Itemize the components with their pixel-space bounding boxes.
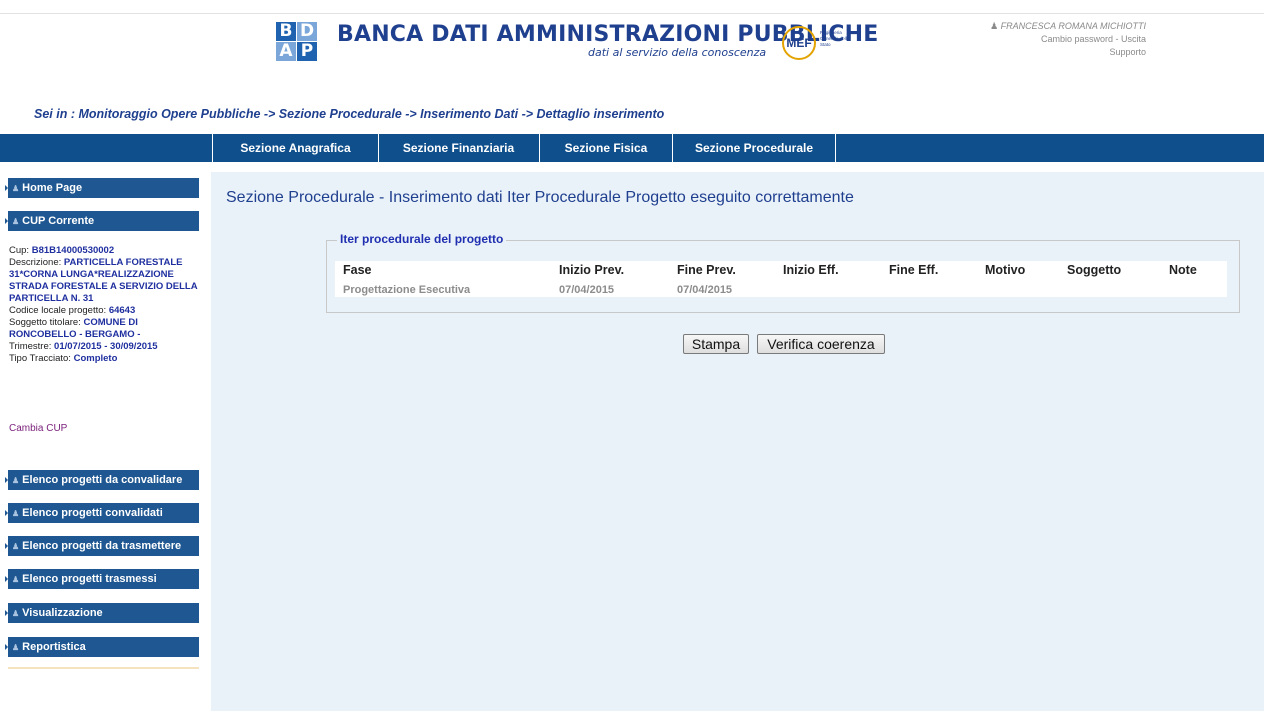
top-nav: Sezione Anagrafica Sezione Finanziaria S… — [0, 134, 1264, 162]
bdap-logo: B D A P — [276, 22, 318, 62]
site-subtitle: dati al servizio della conoscenza — [588, 46, 767, 59]
change-password-link[interactable]: Cambio password — [1041, 34, 1113, 44]
tab-anagrafica[interactable]: Sezione Anagrafica — [212, 134, 379, 162]
tab-fisica[interactable]: Sezione Fisica — [540, 134, 673, 162]
table-cell-fine-prev: 07/04/2015 — [677, 284, 733, 296]
sidebar-item-label: Elenco progetti da trasmettere — [22, 540, 182, 552]
column-header-fine-prev: Fine Prev. — [677, 263, 736, 277]
sidebar-item-home[interactable]: ♟ Home Page — [5, 178, 199, 198]
user-name: FRANCESCA ROMANA MICHIOTTI — [1000, 21, 1146, 31]
logout-link[interactable]: Uscita — [1121, 34, 1146, 44]
sidebar-item-convalidati[interactable]: ♟ Elenco progetti convalidati — [5, 503, 199, 523]
trimestre-label: Trimestre: — [9, 341, 55, 352]
user-icon: ♟ — [12, 575, 20, 584]
print-button[interactable]: Stampa — [683, 334, 749, 354]
sidebar-item-label: Reportistica — [22, 641, 86, 653]
sidebar-item-label: Home Page — [22, 182, 83, 194]
sidebar-item-label: Elenco progetti trasmessi — [22, 573, 157, 585]
cambia-cup-link[interactable]: Cambia CUP — [9, 423, 67, 434]
table-cell-inizio-prev: 07/04/2015 — [559, 284, 615, 296]
tipo-value: Completo — [73, 353, 118, 364]
sidebar-item-trasmessi[interactable]: ♟ Elenco progetti trasmessi — [5, 569, 199, 589]
tab-procedurale[interactable]: Sezione Procedurale — [673, 134, 836, 162]
column-header-inizio-eff: Inizio Eff. — [783, 263, 839, 277]
user-icon: ♟ — [12, 509, 20, 518]
verify-button[interactable]: Verifica coerenza — [757, 334, 885, 354]
cup-label: Cup: — [9, 245, 32, 256]
cup-value: B81B14000530002 — [31, 245, 115, 256]
cup-details: Cup: B81B14000530002 Descrizione: PARTIC… — [9, 245, 204, 365]
logo-letter: B — [276, 22, 296, 41]
top-divider — [0, 13, 1264, 14]
breadcrumb: Sei in : Monitoraggio Opere Pubbliche ->… — [34, 107, 665, 121]
descrizione-label: Descrizione: — [9, 257, 64, 268]
column-header-inizio-prev: Inizio Prev. — [559, 263, 625, 277]
sidebar-item-reportistica[interactable]: ♟ Reportistica — [5, 637, 199, 657]
page-title: Sezione Procedurale - Inserimento dati I… — [226, 189, 854, 206]
user-icon: ♟ — [990, 21, 999, 31]
user-icon: ♟ — [12, 542, 20, 551]
sidebar-divider — [8, 667, 199, 669]
mef-logo: MEF — [782, 26, 816, 60]
column-header-note: Note — [1169, 263, 1197, 277]
support-link[interactable]: Supporto — [1109, 47, 1146, 57]
trimestre-value: 01/07/2015 - 30/09/2015 — [54, 341, 158, 352]
column-header-fase: Fase — [343, 263, 372, 277]
sidebar-item-da-trasmettere[interactable]: ♟ Elenco progetti da trasmettere — [5, 536, 199, 556]
tab-finanziaria[interactable]: Sezione Finanziaria — [378, 134, 540, 162]
sidebar-item-label: Visualizzazione — [22, 607, 103, 619]
column-header-fine-eff: Fine Eff. — [889, 263, 939, 277]
table-cell-fase: Progettazione Esecutiva — [343, 284, 471, 296]
sidebar-item-label: CUP Corrente — [22, 215, 95, 227]
user-icon: ♟ — [12, 609, 20, 618]
sidebar-item-cup-corrente[interactable]: ♟ CUP Corrente — [5, 211, 199, 231]
mef-logo-text: Ragioneria Generale dello Stato — [820, 30, 850, 47]
sidebar-item-da-convalidare[interactable]: ♟ Elenco progetti da convalidare — [5, 470, 199, 490]
sidebar-item-label: Elenco progetti da convalidare — [22, 474, 183, 486]
tipo-label: Tipo Tracciato: — [9, 353, 74, 364]
link-separator: - — [1112, 34, 1121, 44]
logo-letter: A — [276, 42, 296, 61]
column-header-motivo: Motivo — [985, 263, 1026, 277]
logo-letter: D — [297, 22, 317, 41]
codice-label: Codice locale progetto: — [9, 305, 109, 316]
user-icon: ♟ — [12, 476, 20, 485]
user-icon: ♟ — [12, 184, 20, 193]
user-icon: ♟ — [12, 217, 20, 226]
fieldset-legend: Iter procedurale del progetto — [337, 232, 507, 246]
codice-value: 64643 — [108, 305, 136, 316]
sidebar-item-visualizzazione[interactable]: ♟ Visualizzazione — [5, 603, 199, 623]
logo-letter: P — [297, 42, 317, 61]
sidebar-item-label: Elenco progetti convalidati — [22, 507, 163, 519]
user-panel: ♟ FRANCESCA ROMANA MICHIOTTI Cambio pass… — [990, 20, 1146, 59]
user-icon: ♟ — [12, 643, 20, 652]
soggetto-label: Soggetto titolare: — [9, 317, 84, 328]
column-header-soggetto: Soggetto — [1067, 263, 1122, 277]
